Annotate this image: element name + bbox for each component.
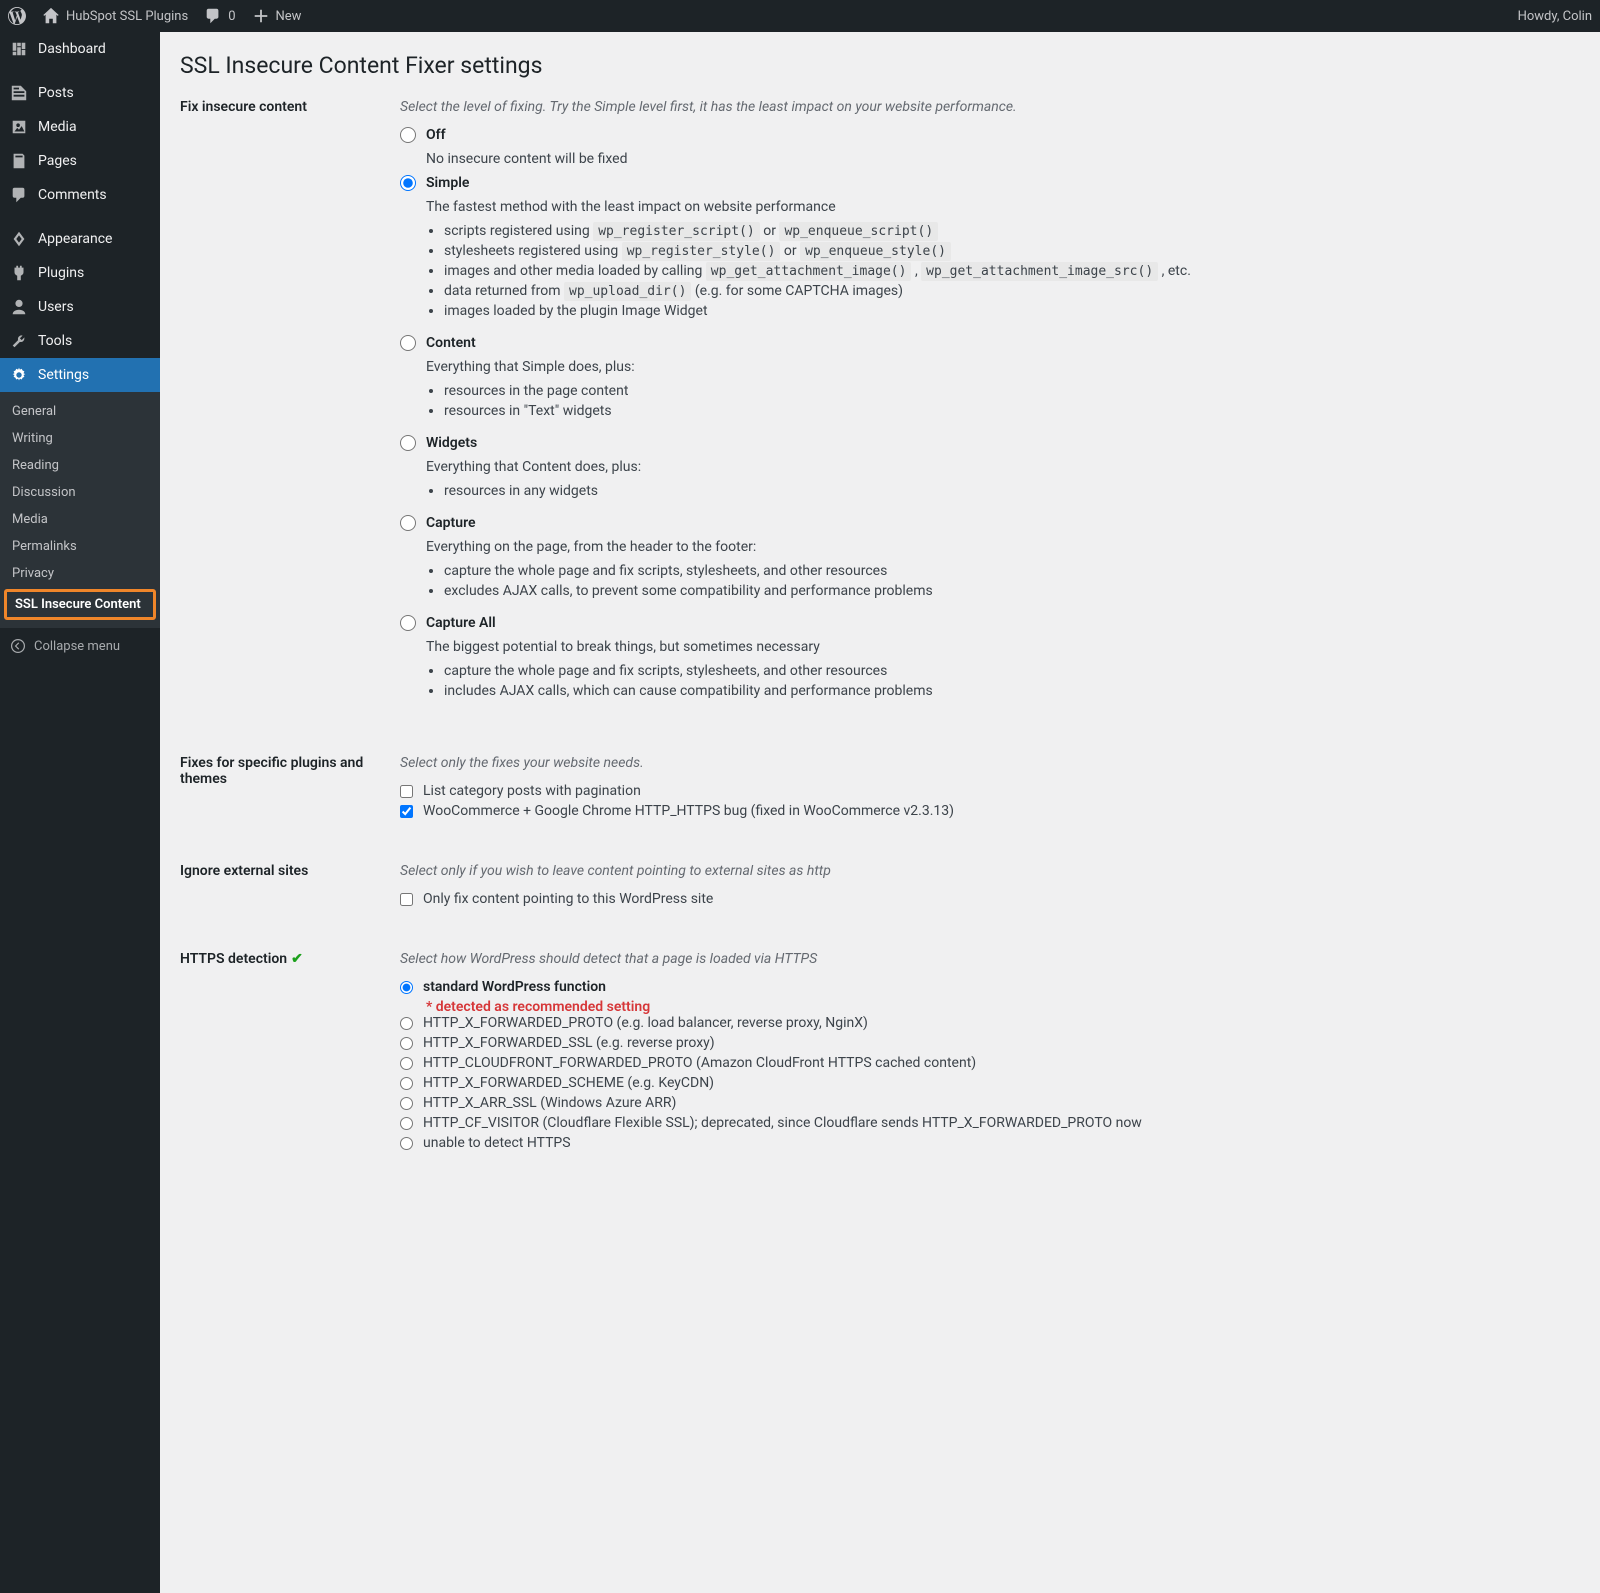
option-content[interactable]: Content: [400, 335, 1580, 351]
radio-unable-label[interactable]: unable to detect HTTPS: [400, 1135, 1580, 1151]
submenu-discussion[interactable]: Discussion: [0, 479, 160, 506]
simple-li-2: stylesheets registered using wp_register…: [444, 243, 1580, 259]
submenu-reading[interactable]: Reading: [0, 452, 160, 479]
content-li-2: resources in "Text" widgets: [444, 403, 1580, 419]
widgets-li-1: resources in any widgets: [444, 483, 1580, 499]
menu-settings[interactable]: Settings: [0, 358, 160, 392]
simple-li-1: scripts registered using wp_register_scr…: [444, 223, 1580, 239]
radio-scheme[interactable]: [400, 1077, 413, 1090]
option-off[interactable]: Off: [400, 127, 1580, 143]
home-link[interactable]: HubSpot SSL Plugins: [42, 7, 188, 25]
desc-fixes-specific: Select only the fixes your website needs…: [400, 755, 1580, 771]
capture-li-1: capture the whole page and fix scripts, …: [444, 563, 1580, 579]
radio-widgets[interactable]: [400, 435, 416, 451]
site-name: HubSpot SSL Plugins: [66, 9, 188, 24]
simple-li-3: images and other media loaded by calling…: [444, 263, 1580, 279]
radio-content[interactable]: [400, 335, 416, 351]
new-link[interactable]: New: [252, 7, 302, 25]
check-only[interactable]: [400, 893, 413, 906]
label-ignore: Ignore external sites: [180, 863, 400, 911]
desc-https: Select how WordPress should detect that …: [400, 951, 1580, 967]
menu-comments[interactable]: Comments: [0, 178, 160, 212]
radio-arr[interactable]: [400, 1097, 413, 1110]
howdy-text: Howdy, Colin: [1518, 9, 1592, 24]
simple-li-4: data returned from wp_upload_dir() (e.g.…: [444, 283, 1580, 299]
radio-scheme-label[interactable]: HTTP_X_FORWARDED_SCHEME (e.g. KeyCDN): [400, 1075, 1580, 1091]
desc-content: Everything that Simple does, plus:: [426, 359, 1580, 375]
radio-cf[interactable]: [400, 1117, 413, 1130]
content-li-1: resources in the page content: [444, 383, 1580, 399]
check-woo-label[interactable]: WooCommerce + Google Chrome HTTP_HTTPS b…: [400, 803, 1580, 819]
wp-logo[interactable]: [8, 7, 26, 25]
settings-submenu: General Writing Reading Discussion Media…: [0, 392, 160, 628]
radio-standard-label[interactable]: standard WordPress function: [400, 979, 1580, 995]
check-icon: ✔: [291, 951, 303, 967]
new-label: New: [276, 9, 302, 24]
menu-tools[interactable]: Tools: [0, 324, 160, 358]
desc-capture: Everything on the page, from the header …: [426, 539, 1580, 555]
radio-off[interactable]: [400, 127, 416, 143]
option-capture[interactable]: Capture: [400, 515, 1580, 531]
simple-li-5: images loaded by the plugin Image Widget: [444, 303, 1580, 319]
capture-li-2: excludes AJAX calls, to prevent some com…: [444, 583, 1580, 599]
menu-posts[interactable]: Posts: [0, 76, 160, 110]
submenu-media[interactable]: Media: [0, 506, 160, 533]
radio-proto-label[interactable]: HTTP_X_FORWARDED_PROTO (e.g. load balanc…: [400, 1015, 1580, 1031]
check-woo[interactable]: [400, 805, 413, 818]
admin-bar: HubSpot SSL Plugins 0 New Howdy, Colin: [0, 0, 1600, 32]
captureall-li-1: capture the whole page and fix scripts, …: [444, 663, 1580, 679]
menu-plugins[interactable]: Plugins: [0, 256, 160, 290]
captureall-li-2: includes AJAX calls, which can cause com…: [444, 683, 1580, 699]
desc-simple: The fastest method with the least impact…: [426, 199, 1580, 215]
page-title: SSL Insecure Content Fixer settings: [180, 52, 1580, 79]
submenu-general[interactable]: General: [0, 398, 160, 425]
menu-pages[interactable]: Pages: [0, 144, 160, 178]
radio-ssl-label[interactable]: HTTP_X_FORWARDED_SSL (e.g. reverse proxy…: [400, 1035, 1580, 1051]
submenu-ssl-insecure-content[interactable]: SSL Insecure Content: [4, 589, 156, 620]
detected-text: * detected as recommended setting: [426, 999, 1580, 1015]
radio-capture[interactable]: [400, 515, 416, 531]
radio-captureall[interactable]: [400, 615, 416, 631]
desc-fix-insecure: Select the level of fixing. Try the Simp…: [400, 99, 1580, 115]
radio-unable[interactable]: [400, 1137, 413, 1150]
radio-cloudfront-label[interactable]: HTTP_CLOUDFRONT_FORWARDED_PROTO (Amazon …: [400, 1055, 1580, 1071]
option-simple[interactable]: Simple: [400, 175, 1580, 191]
radio-arr-label[interactable]: HTTP_X_ARR_SSL (Windows Azure ARR): [400, 1095, 1580, 1111]
menu-appearance[interactable]: Appearance: [0, 222, 160, 256]
radio-simple[interactable]: [400, 175, 416, 191]
label-fixes-specific: Fixes for specific plugins and themes: [180, 755, 400, 823]
option-widgets[interactable]: Widgets: [400, 435, 1580, 451]
submenu-permalinks[interactable]: Permalinks: [0, 533, 160, 560]
comments-link[interactable]: 0: [204, 7, 235, 25]
submenu-privacy[interactable]: Privacy: [0, 560, 160, 587]
content-area: SSL Insecure Content Fixer settings Fix …: [160, 32, 1600, 1593]
submenu-writing[interactable]: Writing: [0, 425, 160, 452]
check-only-label[interactable]: Only fix content pointing to this WordPr…: [400, 891, 1580, 907]
desc-widgets: Everything that Content does, plus:: [426, 459, 1580, 475]
menu-dashboard[interactable]: Dashboard: [0, 32, 160, 66]
radio-standard[interactable]: [400, 981, 413, 994]
desc-ignore: Select only if you wish to leave content…: [400, 863, 1580, 879]
menu-media[interactable]: Media: [0, 110, 160, 144]
radio-ssl[interactable]: [400, 1037, 413, 1050]
desc-off: No insecure content will be fixed: [426, 151, 1580, 167]
label-https: HTTPS detection✔: [180, 951, 400, 1155]
comment-count: 0: [228, 9, 235, 24]
radio-proto[interactable]: [400, 1017, 413, 1030]
howdy-link[interactable]: Howdy, Colin: [1518, 9, 1592, 24]
check-lcp[interactable]: [400, 785, 413, 798]
admin-sidebar: Dashboard Posts Media Pages Comments App…: [0, 32, 160, 1593]
radio-cloudfront[interactable]: [400, 1057, 413, 1070]
menu-users[interactable]: Users: [0, 290, 160, 324]
collapse-menu[interactable]: Collapse menu: [0, 628, 160, 664]
label-fix-insecure: Fix insecure content: [180, 99, 400, 715]
check-lcp-label[interactable]: List category posts with pagination: [400, 783, 1580, 799]
option-captureall[interactable]: Capture All: [400, 615, 1580, 631]
radio-cf-label[interactable]: HTTP_CF_VISITOR (Cloudflare Flexible SSL…: [400, 1115, 1580, 1131]
desc-captureall: The biggest potential to break things, b…: [426, 639, 1580, 655]
